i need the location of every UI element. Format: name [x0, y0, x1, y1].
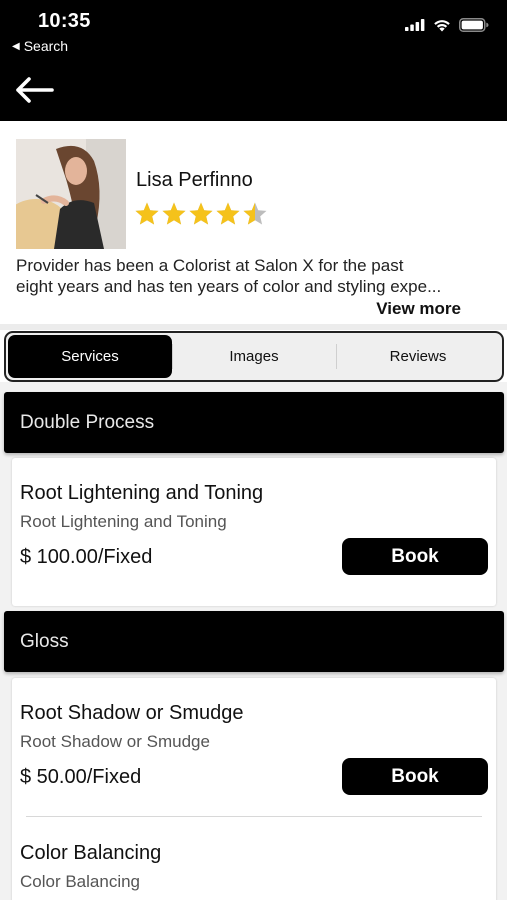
service-divider	[26, 816, 482, 817]
service-card: Root Shadow or Smudge Root Shadow or Smu…	[12, 678, 496, 900]
wifi-icon	[434, 19, 450, 31]
rating-stars	[134, 201, 268, 227]
service-price: $ 50.00/Fixed	[20, 766, 142, 788]
back-triangle-icon: ◀	[12, 40, 20, 52]
star-icon	[135, 202, 159, 225]
service-title: Root Lightening and Toning	[20, 482, 264, 504]
tab-reviews[interactable]: Reviews	[336, 335, 500, 378]
service-subtitle: Root Lightening and Toning	[20, 512, 227, 531]
star-icon	[189, 202, 213, 225]
tab-services[interactable]: Services	[8, 335, 172, 378]
service-price: $ 100.00/Fixed	[20, 546, 153, 568]
star-icon	[216, 202, 240, 225]
book-button[interactable]: Book	[342, 758, 488, 795]
provider-name: Lisa Perfinno	[136, 169, 253, 191]
book-button[interactable]: Book	[342, 538, 488, 575]
service-item: Root Lightening and Toning Root Lighteni…	[20, 482, 488, 582]
back-to-search-link[interactable]: ◀ Search	[12, 38, 68, 54]
status-time: 10:35	[38, 10, 91, 32]
provider-card: Lisa Perfinno Provider has been a Colori…	[0, 121, 507, 327]
service-subtitle: Color Balancing	[20, 872, 141, 891]
app-header: 10:35 ◀ Search	[0, 0, 507, 121]
arrow-left-icon	[16, 77, 54, 103]
provider-bio: Provider has been a Colorist at Salon X …	[16, 255, 492, 297]
tab-bar: Services Images Reviews	[4, 331, 504, 382]
section-header-gloss[interactable]: Gloss	[4, 611, 504, 672]
service-item: Color Balancing Color Balancing	[20, 842, 488, 900]
section-divider	[0, 324, 507, 330]
service-card: Root Lightening and Toning Root Lighteni…	[12, 458, 496, 606]
service-title: Root Shadow or Smudge	[20, 702, 244, 724]
star-icon	[243, 202, 267, 225]
service-title: Color Balancing	[20, 842, 162, 864]
section-header-double-process[interactable]: Double Process	[4, 392, 504, 453]
status-icons	[405, 18, 489, 32]
bio-line: Provider has been a Colorist at Salon X …	[16, 256, 404, 275]
service-subtitle: Root Shadow or Smudge	[20, 732, 210, 751]
services-list: Double Process Root Lightening and Tonin…	[0, 382, 507, 900]
service-item: Root Shadow or Smudge Root Shadow or Smu…	[20, 702, 488, 802]
star-icon	[162, 202, 186, 225]
tab-images[interactable]: Images	[172, 335, 336, 378]
back-button[interactable]	[14, 70, 58, 110]
bio-line: eight years and has ten years of color a…	[16, 277, 442, 296]
provider-photo	[16, 139, 126, 249]
cellular-signal-icon	[405, 19, 425, 31]
back-to-search-label: Search	[23, 38, 69, 54]
view-more-link[interactable]: View more	[376, 299, 461, 319]
battery-icon	[459, 18, 489, 32]
